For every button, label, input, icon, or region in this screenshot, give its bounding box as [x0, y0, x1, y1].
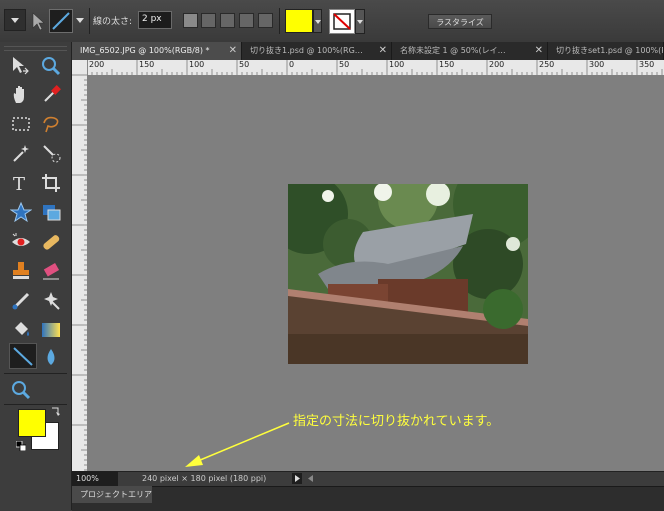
ruler-label: 50: [239, 60, 250, 69]
zoom-field[interactable]: 100%: [72, 471, 118, 486]
horizontal-ruler: 200 150 100 50 0 50 100 150 200 250 300 …: [87, 60, 664, 76]
intersect-shape-icon[interactable]: [239, 13, 254, 28]
clone-stamp-icon[interactable]: [9, 259, 33, 283]
type-icon[interactable]: T: [9, 171, 33, 195]
shape-icon[interactable]: [9, 200, 33, 224]
move-icon[interactable]: [9, 54, 33, 78]
red-eye-icon[interactable]: [9, 230, 33, 254]
project-bin: [72, 486, 664, 511]
magic-wand-icon[interactable]: [9, 141, 33, 165]
select-arrow-icon[interactable]: [28, 10, 48, 32]
document-tabs: IMG_6502.JPG @ 100%(RGB/8) * ✕ 切り抜き1.psd…: [72, 42, 664, 60]
subtract-shape-icon[interactable]: [220, 13, 235, 28]
foreground-color-swatch[interactable]: [18, 409, 46, 437]
cookie-cutter-icon[interactable]: [39, 200, 63, 224]
tab-label: 名称未設定 1 @ 50%(レイ…: [400, 46, 506, 55]
tab-label: 切り抜き1.psd @ 100%(RG…: [250, 46, 363, 55]
toolbox: T: [0, 42, 72, 510]
ruler-label: 0: [289, 60, 295, 69]
add-to-shape-icon[interactable]: [201, 13, 216, 28]
ruler-label: 100: [189, 60, 205, 69]
gradient-icon[interactable]: [39, 318, 63, 342]
options-bar: 線の太さ: 2 px ラスタライズ: [0, 0, 664, 43]
canvas-area[interactable]: 指定の寸法に切り抜かれています。: [87, 75, 664, 471]
project-bin-tab[interactable]: プロジェクトエリア: [72, 486, 152, 503]
tab-cutoutset1[interactable]: 切り抜きset1.psd @ 100%(R…: [548, 42, 664, 60]
close-icon[interactable]: ✕: [379, 42, 387, 60]
ruler-label: 150: [439, 60, 455, 69]
selection-brush-icon[interactable]: [39, 141, 63, 165]
exclude-shape-icon[interactable]: [258, 13, 273, 28]
ruler-label: 350: [639, 60, 655, 69]
status-menu-icon[interactable]: [292, 473, 302, 484]
close-icon[interactable]: ✕: [229, 42, 237, 60]
annotation-text: 指定の寸法に切り抜かれています。: [293, 414, 500, 429]
paint-bucket-icon[interactable]: [9, 318, 33, 342]
style-swatch[interactable]: [329, 9, 355, 34]
weight-input[interactable]: 2 px: [138, 11, 172, 29]
lasso-icon[interactable]: [39, 112, 63, 136]
tab-img6502[interactable]: IMG_6502.JPG @ 100%(RGB/8) * ✕: [72, 42, 242, 60]
crop-icon[interactable]: [39, 171, 63, 195]
marquee-icon[interactable]: [9, 112, 33, 136]
tab-label: IMG_6502.JPG @ 100%(RGB/8) *: [80, 46, 210, 55]
swap-colors-icon[interactable]: [50, 406, 60, 416]
ruler-label: 300: [589, 60, 605, 69]
ruler-label: 100: [389, 60, 405, 69]
zoom-icon[interactable]: [9, 378, 33, 402]
weight-label: 線の太さ:: [93, 17, 133, 27]
scroll-left-icon[interactable]: [304, 473, 318, 484]
tab-cutout1[interactable]: 切り抜き1.psd @ 100%(RG… ✕: [242, 42, 392, 60]
vertical-ruler: [72, 60, 88, 471]
close-icon[interactable]: ✕: [535, 42, 543, 60]
spot-healing-icon[interactable]: [39, 230, 63, 254]
hand-icon[interactable]: [9, 82, 33, 106]
ruler-label: 250: [539, 60, 555, 69]
svg-text:T: T: [13, 174, 25, 194]
divider: [4, 373, 67, 374]
color-dropdown-icon[interactable]: [313, 9, 322, 33]
rasterize-button[interactable]: ラスタライズ: [428, 14, 492, 29]
default-colors-icon[interactable]: [15, 440, 27, 452]
new-shape-layer-icon[interactable]: [183, 13, 198, 28]
tab-untitled1[interactable]: 名称未設定 1 @ 50%(レイ… ✕: [392, 42, 548, 60]
eraser-icon[interactable]: [39, 259, 63, 283]
toolbox-grip: [4, 46, 67, 51]
divider: [4, 404, 67, 405]
eyedropper-icon[interactable]: [39, 82, 63, 106]
line-tool-button[interactable]: [49, 9, 73, 33]
style-dropdown-icon[interactable]: [355, 9, 365, 34]
ruler-label: 200: [89, 60, 105, 69]
tool-preset-picker[interactable]: [4, 9, 26, 31]
line-color-swatch[interactable]: [285, 9, 313, 33]
cropped-photo: [288, 184, 528, 364]
divider: [89, 8, 90, 34]
tab-label: 切り抜きset1.psd @ 100%(R…: [556, 46, 664, 55]
ruler-label: 150: [139, 60, 155, 69]
divider: [279, 8, 280, 34]
shape-dropdown-icon[interactable]: [75, 15, 85, 25]
zoom-icon[interactable]: [39, 54, 63, 78]
ruler-label: 200: [489, 60, 505, 69]
brush-icon[interactable]: [9, 289, 33, 313]
line-icon[interactable]: [9, 343, 37, 369]
smart-brush-icon[interactable]: [39, 289, 63, 313]
blur-icon[interactable]: [39, 345, 63, 369]
annotation-arrow: [185, 422, 290, 467]
document-info: 240 pixel × 180 pixel (180 ppi): [142, 474, 267, 483]
ruler-label: 50: [339, 60, 350, 69]
